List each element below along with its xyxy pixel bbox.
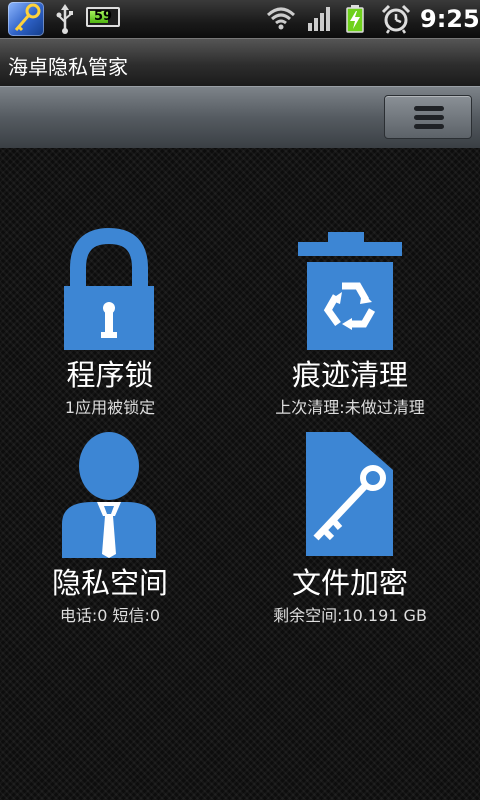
cell-signal-icon: [308, 7, 334, 35]
battery-indicator: 59: [86, 7, 120, 27]
recycle-bin-icon: [240, 226, 460, 356]
menu-button[interactable]: [384, 95, 472, 139]
usb-icon: [55, 4, 75, 38]
battery-level-text: 59: [93, 9, 113, 24]
tile-label: 程序锁: [66, 358, 154, 392]
tile-app-lock[interactable]: 程序锁 1应用被锁定: [0, 218, 220, 418]
wifi-icon: [266, 6, 296, 34]
person-icon: [0, 430, 220, 562]
tile-label: 隐私空间: [51, 566, 168, 600]
app-notification-icon: [8, 2, 44, 36]
tile-subtitle: 电话:0 短信:0: [59, 606, 161, 625]
tile-file-encrypt[interactable]: 文件加密 剩余空间:10.191 GB: [240, 430, 460, 630]
alarm-clock-icon: [381, 4, 411, 38]
key-file-icon: [240, 430, 460, 562]
main-grid: 程序锁 1应用被锁定 痕迹清理 上次清理:未做过清理 隐私空间 电话:0 短信:…: [0, 148, 480, 800]
tile-private-space[interactable]: 隐私空间 电话:0 短信:0: [0, 430, 220, 630]
menu-icon: [414, 106, 444, 129]
tile-subtitle: 剩余空间:10.191 GB: [273, 606, 427, 625]
toolbar: [0, 86, 480, 148]
status-bar: 59 9:25: [0, 0, 480, 38]
battery-charging-icon: [346, 5, 364, 37]
page-title: 海卓隐私管家: [8, 55, 128, 79]
tile-trace-clean[interactable]: 痕迹清理 上次清理:未做过清理: [240, 218, 460, 418]
status-clock: 9:25: [420, 5, 480, 33]
title-bar: 海卓隐私管家: [0, 38, 480, 86]
tile-subtitle: 上次清理:未做过清理: [275, 398, 425, 417]
tile-label: 痕迹清理: [291, 358, 408, 392]
padlock-icon: [0, 226, 220, 356]
tile-label: 文件加密: [291, 566, 408, 600]
tile-subtitle: 1应用被锁定: [64, 398, 156, 417]
